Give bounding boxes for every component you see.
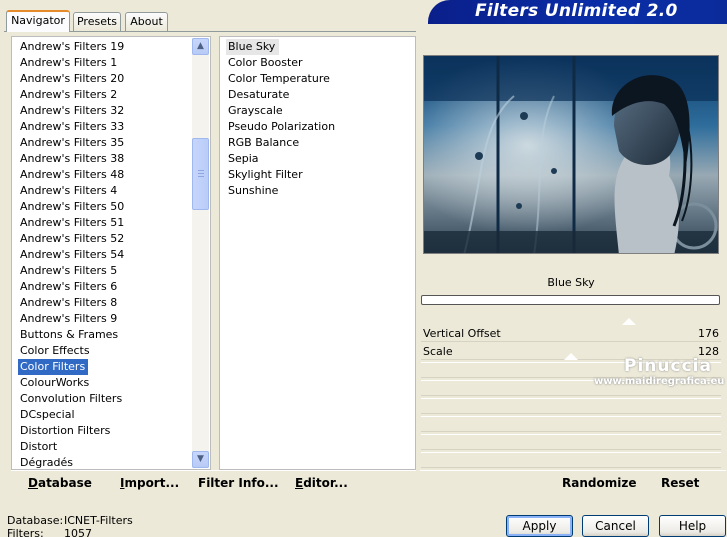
tab-navigator[interactable]: Navigator xyxy=(6,10,70,32)
category-item[interactable]: Andrew's Filters 6 xyxy=(18,279,124,295)
category-item[interactable]: Andrew's Filters 1 xyxy=(18,55,124,71)
category-item[interactable]: Andrew's Filters 52 xyxy=(18,231,124,247)
cancel-button[interactable]: Cancel xyxy=(582,515,649,537)
category-item[interactable]: Color Effects xyxy=(18,343,124,359)
category-item[interactable]: Andrew's Filters 4 xyxy=(18,183,124,199)
category-item[interactable]: Buttons & Frames xyxy=(18,327,124,343)
import-button[interactable]: Import... xyxy=(120,476,179,490)
banner-title: Filters Unlimited 2.0 xyxy=(475,1,678,21)
filter-item[interactable]: Sunshine xyxy=(226,183,335,199)
status-database: Database: ICNET-Filters xyxy=(7,514,133,527)
category-item[interactable]: Distort xyxy=(18,439,124,455)
filter-list: Blue Sky Color Booster Color Temperature De… xyxy=(226,39,335,199)
filter-item[interactable]: Blue Sky xyxy=(226,39,280,55)
reset-button[interactable]: Reset xyxy=(661,476,699,490)
scroll-thumb[interactable] xyxy=(192,138,209,210)
param-value: 176 xyxy=(698,327,719,340)
filter-item[interactable]: Pseudo Polarization xyxy=(226,119,335,135)
category-item[interactable]: Andrew's Filters 9 xyxy=(18,311,124,327)
category-item[interactable]: Andrew's Filters 38 xyxy=(18,151,124,167)
filter-item[interactable]: Desaturate xyxy=(226,87,335,103)
category-item[interactable]: Andrew's Filters 5 xyxy=(18,263,124,279)
filter-item[interactable]: Grayscale xyxy=(226,103,335,119)
category-item[interactable]: Andrew's Filters 50 xyxy=(18,199,124,215)
status-filters: Filters: 1057 xyxy=(7,527,92,537)
filters-label: Filters: xyxy=(7,527,44,537)
help-button[interactable]: Help xyxy=(659,515,726,537)
category-item[interactable]: Andrew's Filters 2 xyxy=(18,87,124,103)
category-item[interactable]: Andrew's Filters 48 xyxy=(18,167,124,183)
filter-name-label: Blue Sky xyxy=(547,276,595,289)
slider-thumb-icon[interactable] xyxy=(622,318,636,325)
database-value: ICNET-Filters xyxy=(64,514,133,527)
category-item[interactable]: DCspecial xyxy=(18,407,124,423)
param-empty-row xyxy=(421,452,721,468)
filter-item[interactable]: Color Booster xyxy=(226,55,335,71)
category-item[interactable]: Distortion Filters xyxy=(18,423,124,439)
randomize-button[interactable]: Randomize xyxy=(562,476,636,490)
category-item[interactable]: Andrew's Filters 20 xyxy=(18,71,124,87)
filter-item[interactable]: Sepia xyxy=(226,151,335,167)
category-list: Andrew's Filters 19 Andrew's Filters 1 And… xyxy=(18,39,124,471)
tab-presets[interactable]: Presets xyxy=(73,12,121,31)
scroll-up-arrow-icon[interactable]: ▲ xyxy=(192,38,209,55)
filter-item[interactable]: Color Temperature xyxy=(226,71,335,87)
filter-item[interactable]: Skylight Filter xyxy=(226,167,335,183)
param-empty-row xyxy=(421,434,721,450)
progress-bar xyxy=(421,295,720,305)
watermark-site: www.maidiregrafica.eu xyxy=(594,376,725,387)
category-listbox[interactable]: Andrew's Filters 19 Andrew's Filters 1 And… xyxy=(11,36,211,470)
param-vertical-offset[interactable]: Vertical Offset 176 xyxy=(421,318,721,342)
database-button[interactable]: Database xyxy=(28,476,92,490)
category-scrollbar[interactable]: ▲ ▼ xyxy=(192,38,209,468)
category-item[interactable]: Andrew's Filters 33 xyxy=(18,119,124,135)
category-item[interactable]: Andrew's Filters 35 xyxy=(18,135,124,151)
category-item[interactable]: Andrew's Filters 32 xyxy=(18,103,124,119)
category-item[interactable]: Dégradés xyxy=(18,455,124,471)
filter-item[interactable]: RGB Balance xyxy=(226,135,335,151)
param-label: Scale xyxy=(423,345,453,358)
filter-listbox[interactable]: Blue Sky Color Booster Color Temperature De… xyxy=(219,36,416,470)
param-empty-row xyxy=(421,398,721,414)
category-item[interactable]: Andrew's Filters 8 xyxy=(18,295,124,311)
filters-value: 1057 xyxy=(64,527,92,537)
preview-image xyxy=(423,55,719,254)
param-label: Vertical Offset xyxy=(423,327,501,340)
category-item[interactable]: Convolution Filters xyxy=(18,391,124,407)
filter-info-button[interactable]: Filter Info... xyxy=(198,476,279,490)
editor-button[interactable]: Editor... xyxy=(295,476,348,490)
category-item[interactable]: ColourWorks xyxy=(18,375,124,391)
category-item[interactable]: Andrew's Filters 51 xyxy=(18,215,124,231)
category-item[interactable]: Color Filters xyxy=(18,359,89,375)
slider-thumb-icon[interactable] xyxy=(564,353,578,360)
category-item[interactable]: Andrew's Filters 54 xyxy=(18,247,124,263)
category-item[interactable]: Andrew's Filters 19 xyxy=(18,39,124,55)
database-label: Database: xyxy=(7,514,64,527)
scroll-down-arrow-icon[interactable]: ▼ xyxy=(192,451,209,468)
apply-button[interactable]: Apply xyxy=(506,515,573,537)
param-empty-row xyxy=(421,416,721,432)
watermark-name: Pinuccia xyxy=(624,356,712,376)
tab-about[interactable]: About xyxy=(125,12,168,31)
